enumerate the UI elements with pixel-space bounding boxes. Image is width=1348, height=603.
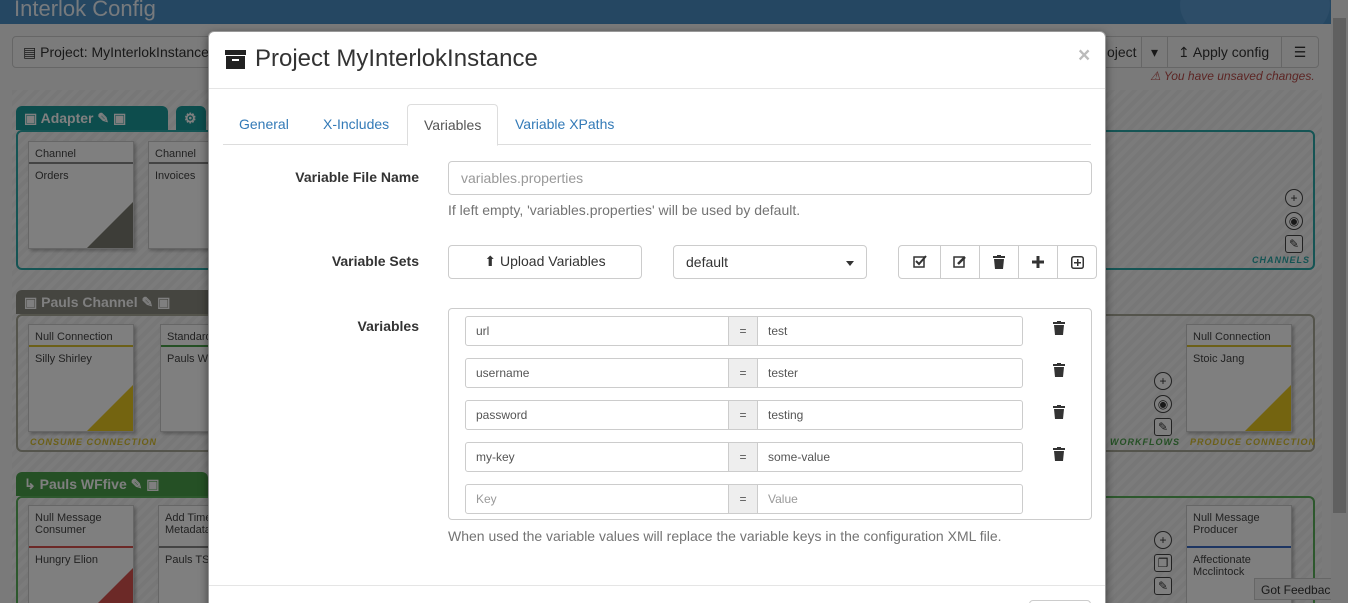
equals-sign: = xyxy=(728,484,758,514)
variable-row: = xyxy=(465,358,1023,388)
variable-set-value: default xyxy=(686,254,729,270)
variable-set-actions xyxy=(898,245,1097,279)
variable-key-input[interactable] xyxy=(465,400,729,430)
trash-icon[interactable] xyxy=(1052,321,1066,335)
trash-icon[interactable] xyxy=(1052,447,1066,461)
file-name-label: Variable File Name xyxy=(295,169,419,185)
modal-tabs: General X-Includes Variables Variable XP… xyxy=(223,104,1091,146)
tab-variable-xpaths[interactable]: Variable XPaths xyxy=(499,104,630,145)
edit-icon[interactable] xyxy=(941,245,980,279)
variable-value-input[interactable] xyxy=(757,442,1023,472)
variable-row: = xyxy=(465,442,1023,472)
modal-title: Project MyInterlokInstance xyxy=(255,45,538,72)
plus-icon[interactable] xyxy=(1019,245,1058,279)
file-name-input[interactable] xyxy=(448,161,1092,195)
modal-header: Project MyInterlokInstance × xyxy=(209,32,1105,89)
close-icon[interactable]: × xyxy=(1078,44,1090,68)
trash-icon[interactable] xyxy=(1052,405,1066,419)
variable-key-input[interactable] xyxy=(465,358,729,388)
plus-square-icon[interactable] xyxy=(1058,245,1097,279)
variable-set-select[interactable]: default xyxy=(673,245,867,279)
check-square-icon[interactable] xyxy=(898,245,941,279)
variable-value-input[interactable] xyxy=(757,400,1023,430)
variable-value-input[interactable] xyxy=(757,358,1023,388)
equals-sign: = xyxy=(728,400,758,430)
variable-row: = xyxy=(465,316,1023,346)
tab-general[interactable]: General xyxy=(223,104,305,145)
variable-key-input[interactable] xyxy=(465,316,729,346)
caret-down-icon xyxy=(846,261,854,266)
upload-label: Upload Variables xyxy=(500,253,606,269)
archive-icon xyxy=(225,50,246,69)
modal-footer-divider xyxy=(209,585,1105,586)
file-name-help: If left empty, 'variables.properties' wi… xyxy=(448,202,801,218)
variables-label: Variables xyxy=(357,318,420,334)
variable-row: = xyxy=(465,400,1023,430)
trash-icon[interactable] xyxy=(980,245,1019,279)
variable-value-input[interactable] xyxy=(757,316,1023,346)
trash-icon[interactable] xyxy=(1052,363,1066,377)
new-variable-row: = xyxy=(465,484,1023,514)
new-key-input[interactable] xyxy=(465,484,729,514)
tab-x-includes[interactable]: X-Includes xyxy=(307,104,405,145)
upload-variables-button[interactable]: ⬆ Upload Variables xyxy=(448,245,642,279)
equals-sign: = xyxy=(728,316,758,346)
new-value-input[interactable] xyxy=(757,484,1023,514)
equals-sign: = xyxy=(728,442,758,472)
equals-sign: = xyxy=(728,358,758,388)
variable-sets-label: Variable Sets xyxy=(331,253,419,269)
tab-variables[interactable]: Variables xyxy=(407,104,499,146)
variable-key-input[interactable] xyxy=(465,442,729,472)
upload-icon: ⬆ xyxy=(484,253,497,269)
variables-list: = = = = = xyxy=(448,308,1092,520)
variables-help: When used the variable values will repla… xyxy=(448,528,1002,544)
project-modal: Project MyInterlokInstance × General X-I… xyxy=(208,31,1106,603)
